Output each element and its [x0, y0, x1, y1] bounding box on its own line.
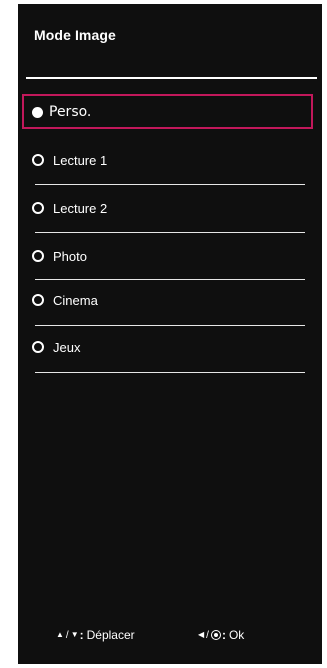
menu-title: Mode Image: [34, 27, 116, 43]
radio-ring-icon: [32, 154, 44, 166]
menu-item-label: Cinema: [53, 292, 98, 308]
hint-colon: :: [221, 628, 226, 642]
hint-colon: :: [79, 628, 84, 642]
menu-item-perso[interactable]: Perso.: [32, 98, 305, 126]
menu-item-label: Perso.: [49, 104, 92, 120]
radio-ring-icon: [32, 250, 44, 262]
menu-item-label: Jeux: [53, 339, 81, 355]
menu-item-lecture-1[interactable]: Lecture 1: [32, 146, 305, 174]
picture-mode-osd-panel: Mode Image Perso. Lecture 1 Lecture 2 Ph…: [18, 4, 322, 664]
menu-item-jeux[interactable]: Jeux: [32, 333, 305, 361]
menu-item-photo[interactable]: Photo: [32, 242, 305, 270]
menu-divider: [35, 232, 305, 233]
radio-ring-icon: [32, 202, 44, 214]
key-hint-bar: ▲ / ▼ : Déplacer ◀ / : Ok: [18, 628, 322, 648]
menu-divider: [35, 184, 305, 185]
radio-ring-icon: [32, 294, 44, 306]
navigate-hint: ▲ / ▼ : Déplacer: [56, 628, 135, 642]
menu-item-cinema[interactable]: Cinema: [32, 286, 305, 314]
menu-item-lecture-2[interactable]: Lecture 2: [32, 194, 305, 222]
menu-item-label: Photo: [53, 248, 87, 264]
menu-divider: [35, 279, 305, 280]
navigate-hint-label: Déplacer: [86, 628, 135, 642]
triangle-up-icon: ▲: [56, 630, 64, 639]
ok-button-icon: [210, 630, 221, 640]
menu-divider: [35, 372, 305, 373]
ok-hint: ◀ / : Ok: [198, 628, 244, 642]
hint-separator: /: [65, 629, 69, 641]
radio-filled-icon: [32, 106, 43, 118]
triangle-left-icon: ◀: [198, 630, 205, 639]
radio-ring-icon: [32, 341, 44, 353]
menu-item-label: Lecture 2: [53, 200, 108, 216]
ok-hint-label: Ok: [228, 628, 245, 642]
hint-separator: /: [206, 629, 209, 641]
menu-divider: [35, 325, 305, 326]
triangle-down-icon: ▼: [70, 630, 79, 639]
menu-item-label: Lecture 1: [53, 152, 108, 168]
title-divider: [26, 77, 317, 79]
